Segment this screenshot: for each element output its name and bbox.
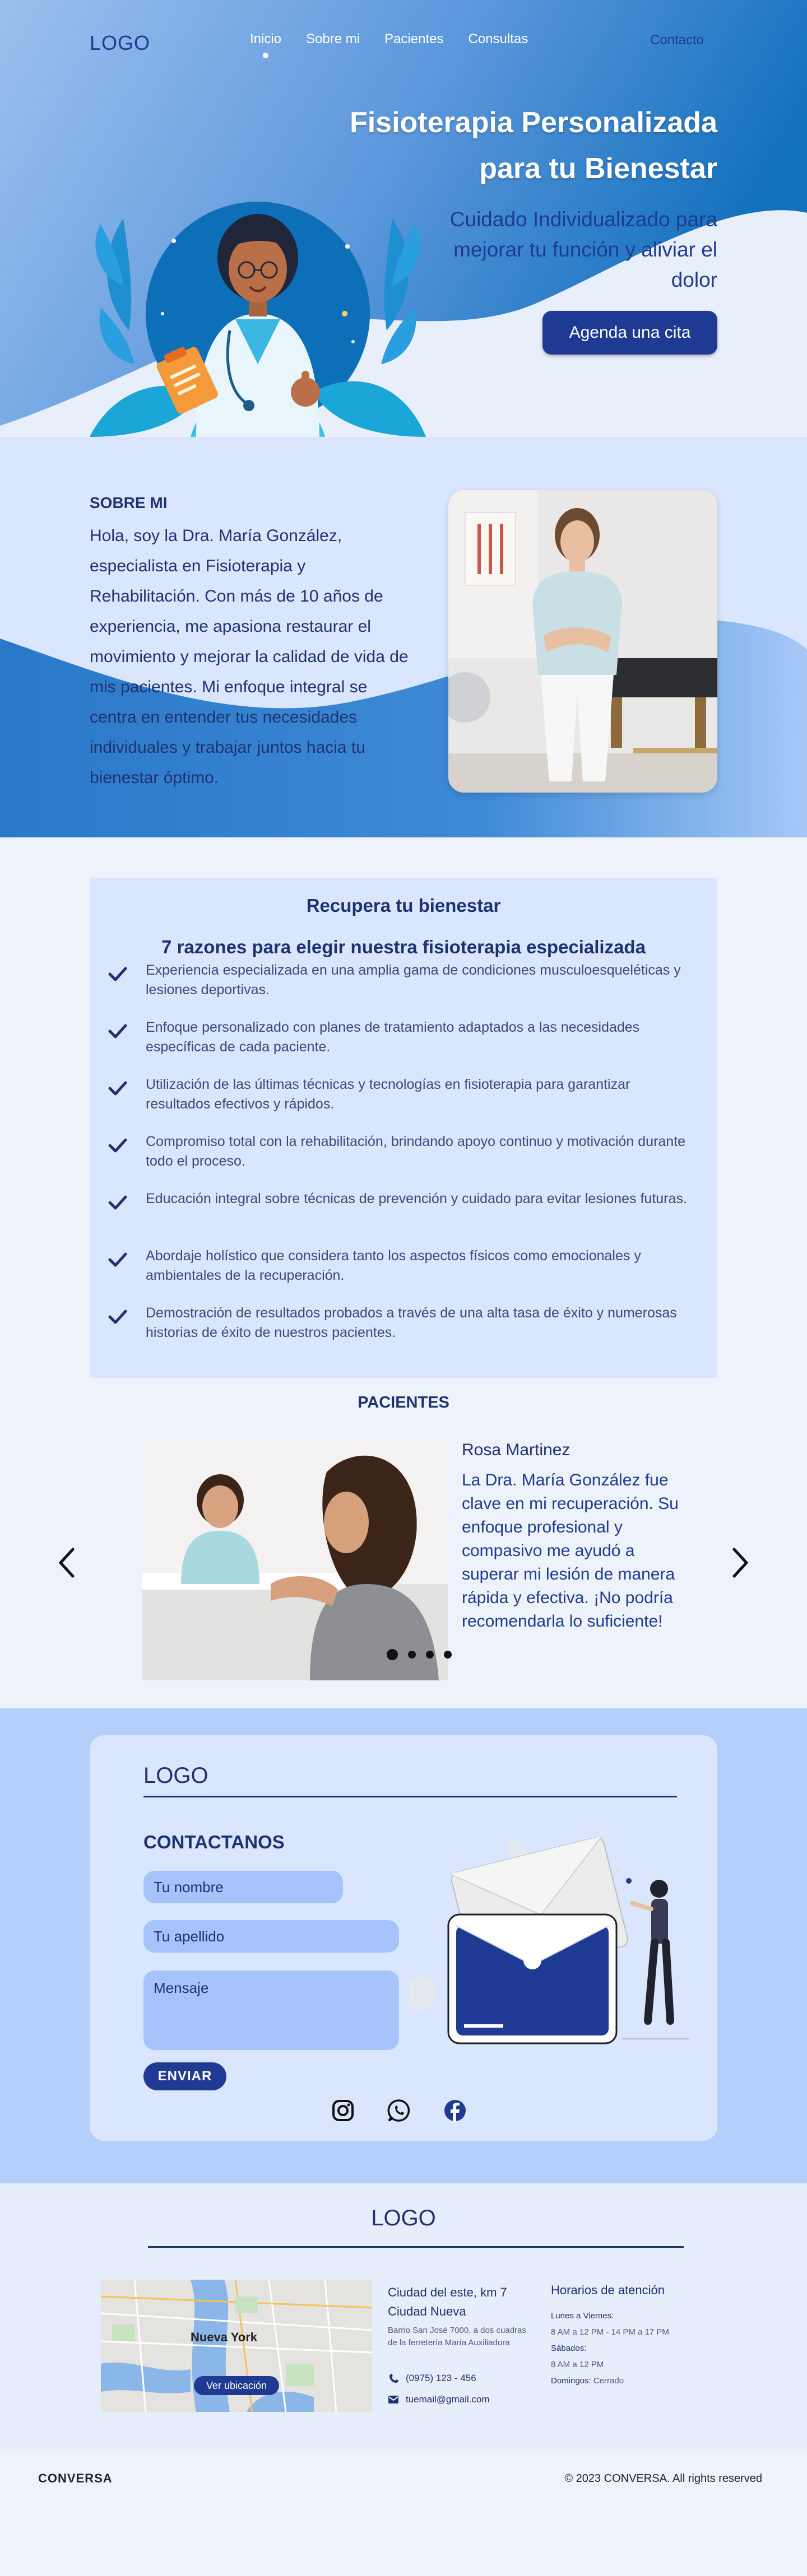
check-icon [108,1252,127,1267]
patient-photo [142,1438,448,1680]
message-textarea[interactable] [143,1971,399,2050]
reason-item: Abordaje holístico que considera tanto l… [106,1246,689,1285]
hero-title-line-2: para tu Bienestar [479,152,717,185]
footer-brand: CONVERSA [38,2471,113,2485]
nav-link-inicio[interactable]: Inicio [250,31,281,58]
carousel-dot-2[interactable] [408,1651,416,1659]
send-button[interactable]: ENVIAR [143,2062,226,2090]
map-city-label: Nueva York [191,2330,258,2344]
address-line-1: Ciudad del este, km 7 [388,2285,507,2299]
hours-weekdays-label: Lunes a Viernes: [551,2311,614,2321]
carousel-dot-4[interactable] [444,1651,452,1659]
carousel-next-icon[interactable] [729,1546,751,1580]
reasons-card: Recupera tu bienestar 7 razones para ele… [90,878,717,1386]
main-nav: LOGO Inicio Sobre mi Pacientes Consultas… [90,29,717,58]
carousel-dot-3[interactable] [426,1651,434,1659]
social-links [331,2098,467,2123]
view-location-button[interactable]: Ver ubicación [194,2376,279,2395]
hero-title-line-1: Fisioterapia Personalizada [349,106,717,139]
nav-links: Inicio Sobre mi Pacientes Consultas [250,31,528,58]
address-detail: Barrio San José 7000, a dos cuadras de l… [388,2326,526,2347]
hours-heading: Horarios de atención [551,2283,665,2297]
testimonial-quote: La Dra. María González fue clave en mi r… [462,1471,679,1631]
hero-section: LOGO Inicio Sobre mi Pacientes Consultas… [0,0,807,437]
reason-item: Utilización de las últimas técnicas y te… [106,1075,689,1114]
contact-card: LOGO CONTACTANOS ENVIAR [90,1735,717,2141]
check-icon [108,1081,127,1096]
email-address: tuemail@gmail.com [406,2394,490,2405]
about-heading: SOBRE MI [90,494,168,511]
reason-text: Abordaje holístico que considera tanto l… [146,1248,641,1283]
phone-number: (0975) 123 - 456 [406,2373,476,2383]
reason-item: Demostración de resultados probados a tr… [106,1303,689,1343]
address-line-2: Ciudad Nueva [388,2304,466,2318]
phone-icon [389,2374,398,2383]
reason-item: Compromiso total con la rehabilitación, … [106,1132,689,1171]
last-name-input[interactable] [143,1920,399,1953]
patients-heading: PACIENTES [358,1394,449,1412]
reason-text: Compromiso total con la rehabilitación, … [146,1134,686,1169]
hours-sunday: Cerrado [593,2376,624,2386]
whatsapp-icon[interactable] [387,2098,411,2123]
carousel-dots [387,1649,452,1660]
reason-item: Enfoque personalizado con planes de trat… [106,1018,689,1057]
nav-logo[interactable]: LOGO [90,31,150,55]
nav-link-pacientes[interactable]: Pacientes [384,31,443,47]
check-icon [108,1024,127,1038]
hero-title: Fisioterapia Personalizada para tu Biene… [350,100,717,192]
contact-divider [143,1796,677,1797]
nav-link-consultas[interactable]: Consultas [468,31,528,47]
location-map[interactable]: Nueva York Ver ubicación [101,2280,372,2412]
nav-link-contacto[interactable]: Contacto [650,32,704,48]
check-icon [108,967,127,981]
hours-saturday-label: Sábados: [551,2344,587,2353]
doctor-photo [448,490,717,793]
reasons-subtitle: 7 razones para elegir nuestra fisioterap… [161,937,646,957]
reasons-section: Recupera tu bienestar 7 razones para ele… [0,837,807,1386]
reason-item: Educación integral sobre técnicas de pre… [106,1189,689,1214]
phone-contact[interactable]: (0975) 123 - 456 [388,2373,476,2384]
page-footer: CONVERSA © 2023 CONVERSA. All rights res… [0,2451,807,2496]
first-name-input[interactable] [143,1871,343,1903]
reason-text: Utilización de las últimas técnicas y te… [146,1077,630,1112]
facebook-icon[interactable] [443,2098,467,2123]
carousel-dot-1[interactable] [387,1649,398,1660]
reason-text: Experiencia especializada en una amplia … [146,962,681,998]
about-section: SOBRE MI Hola, soy la Dra. María Gonzále… [0,437,807,837]
about-text: Hola, soy la Dra. María González, especi… [90,527,409,787]
check-icon [108,1310,127,1324]
nav-link-sobre-mi[interactable]: Sobre mi [306,31,360,47]
reason-text: Enfoque personalizado con planes de trat… [146,1019,640,1055]
active-indicator [263,53,269,58]
reason-item: Experiencia especializada en una amplia … [106,961,689,1000]
contact-heading: CONTACTANOS [143,1832,285,1852]
hours-sunday-row: Domingos: Cerrado [551,2373,669,2389]
carousel-prev-icon[interactable] [56,1546,78,1580]
contact-logo: LOGO [143,1763,208,1788]
footer-copyright: © 2023 CONVERSA. All rights reserved [564,2472,762,2485]
footer-logo: LOGO [371,2206,436,2230]
footer-info-section: LOGO Nueva York Ver ubicación Ciudad del… [0,2183,807,2451]
email-contact[interactable]: tuemail@gmail.com [388,2394,490,2405]
mail-icon [388,2396,398,2403]
testimonial-name: Rosa Martinez [462,1441,571,1459]
instagram-icon[interactable] [331,2098,355,2123]
mail-illustration [409,1836,689,2044]
hero-subtitle: Cuidado Individualizado para mejorar tu … [449,208,717,291]
book-appointment-button[interactable]: Agenda una cita [542,311,717,355]
hours-sunday-label: Domingos: [551,2376,591,2386]
reasons-title: Recupera tu bienestar [306,895,501,916]
contact-section: LOGO CONTACTANOS ENVIAR [0,1708,807,2183]
check-icon [108,1138,127,1153]
check-icon [108,1195,127,1210]
hours-saturday: 8 AM a 12 PM [551,2360,604,2369]
hours-weekdays: 8 AM a 12 PM - 14 PM a 17 PM [551,2327,669,2337]
reason-text: Demostración de resultados probados a tr… [146,1305,677,1340]
hours-list: Lunes a Viernes: 8 AM a 12 PM - 14 PM a … [551,2308,669,2389]
reason-text: Educación integral sobre técnicas de pre… [146,1191,687,1207]
address-title: Ciudad del este, km 7 Ciudad Nueva [388,2283,507,2321]
footer-divider [148,2246,684,2248]
